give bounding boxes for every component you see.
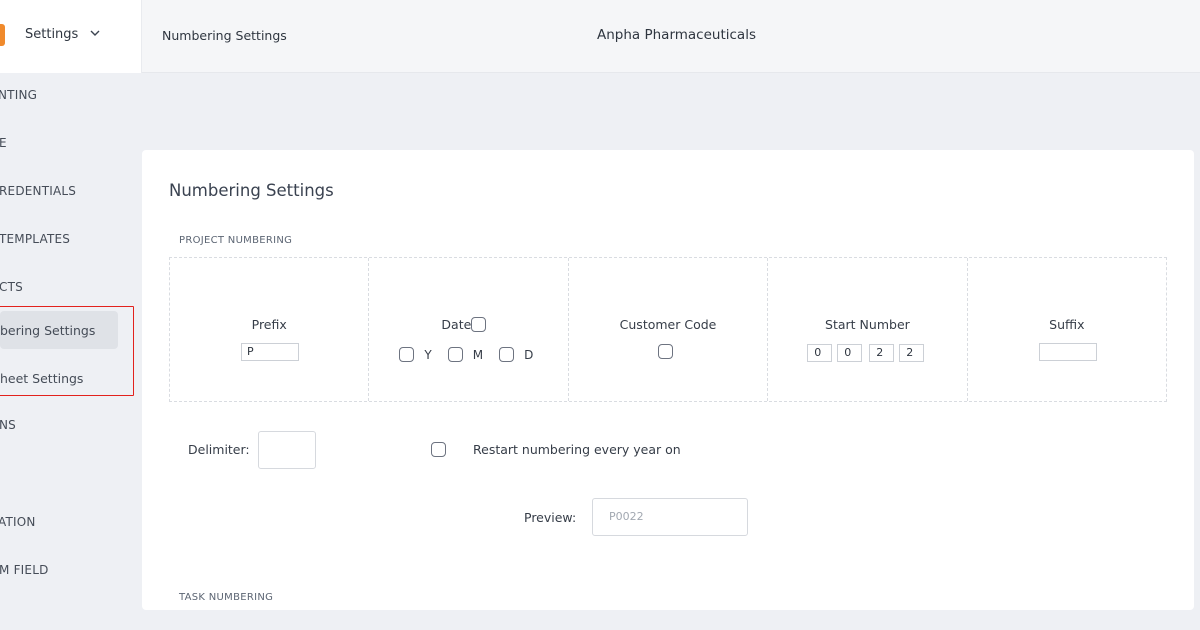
restart-numbering-label: Restart numbering every year on (473, 442, 681, 457)
date-cell: Date Y M D (369, 258, 569, 401)
sidebar-item-ation[interactable]: ATION (0, 515, 36, 529)
date-option-day: D (499, 347, 533, 362)
start-number-cell: Start Number 0 0 2 2 (768, 258, 968, 401)
sidebar-item-credentials[interactable]: REDENTIALS (0, 184, 76, 198)
delimiter-input[interactable] (258, 431, 316, 469)
highlight-box (0, 306, 134, 396)
sidebar-item-ns[interactable]: NS (0, 418, 16, 432)
start-digit-3[interactable]: 2 (869, 344, 895, 362)
preview-label: Preview: (524, 510, 577, 525)
suffix-input[interactable] (1038, 343, 1097, 361)
panel-title: Numbering Settings (169, 181, 334, 200)
day-label: D (524, 347, 534, 362)
sidebar-item-templates[interactable]: TEMPLATES (0, 232, 70, 246)
suffix-cell: Suffix (968, 258, 1166, 401)
date-options: Y M D (399, 347, 549, 362)
year-checkbox[interactable] (399, 347, 415, 362)
suffix-label: Suffix (1049, 317, 1085, 332)
start-digit-1[interactable]: 0 (807, 344, 833, 362)
prefix-input[interactable]: P (241, 343, 299, 361)
app-logo-icon[interactable] (0, 24, 5, 46)
customer-code-cell: Customer Code (569, 258, 769, 401)
customer-code-checkbox[interactable] (657, 344, 673, 359)
start-digit-4[interactable]: 2 (899, 344, 925, 362)
sidebar-item-e[interactable]: E (0, 136, 7, 150)
sidebar-item-custom-field[interactable]: M FIELD (0, 563, 49, 577)
month-checkbox[interactable] (447, 347, 463, 362)
date-header: Date (441, 317, 487, 332)
task-numbering-label: TASK NUMBERING (179, 592, 274, 603)
day-checkbox[interactable] (499, 347, 515, 362)
page-title: Numbering Settings (162, 28, 287, 43)
delimiter-label: Delimiter: (188, 442, 250, 457)
top-bar: Settings Numbering Settings Anpha Pharma… (0, 0, 1200, 73)
date-checkbox[interactable] (471, 317, 487, 332)
project-numbering-grid: Prefix P Date Y M D Customer Code Start … (169, 257, 1167, 402)
date-option-year: Y (399, 347, 432, 362)
prefix-label: Prefix (251, 317, 287, 332)
preview-field[interactable]: P0022 (592, 498, 748, 536)
chevron-down-icon (90, 30, 100, 36)
sidebar-item-printing[interactable]: NTING (0, 88, 37, 102)
prefix-cell: Prefix P (170, 258, 370, 401)
top-left-menu-area: Settings (0, 0, 142, 73)
customer-code-label: Customer Code (619, 317, 717, 332)
restart-numbering-checkbox[interactable] (431, 442, 446, 457)
settings-menu-label: Settings (25, 27, 79, 42)
sidebar-item-products[interactable]: CTS (0, 280, 23, 294)
company-name: Anpha Pharmaceuticals (597, 27, 756, 43)
numbering-settings-panel: Numbering Settings PROJECT NUMBERING Pre… (142, 150, 1194, 610)
date-option-month: M (447, 347, 484, 362)
project-numbering-label: PROJECT NUMBERING (179, 235, 293, 246)
settings-menu-dropdown[interactable]: Settings (25, 27, 100, 42)
month-label: M (472, 347, 484, 362)
date-label: Date (441, 317, 472, 332)
start-digit-2[interactable]: 0 (837, 344, 863, 362)
start-number-label: Start Number (825, 317, 910, 332)
year-label: Y (424, 347, 432, 362)
